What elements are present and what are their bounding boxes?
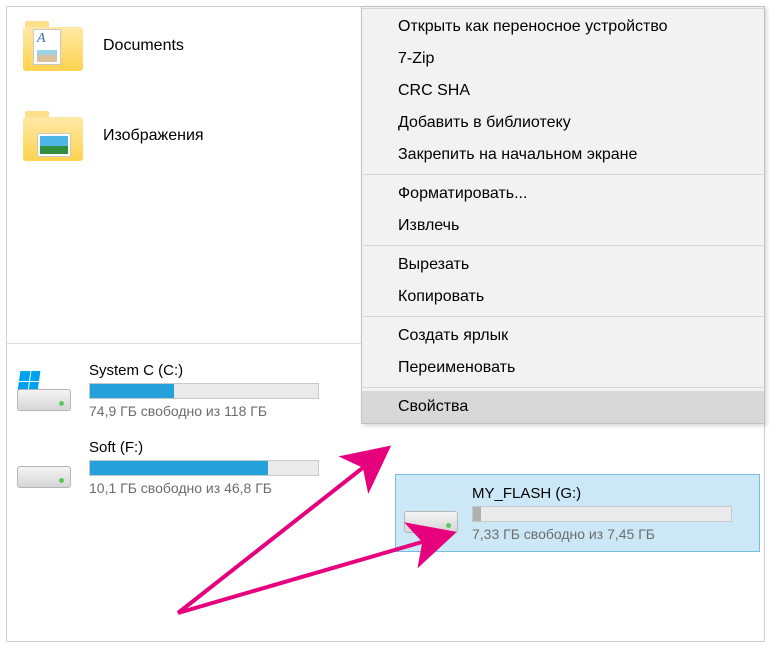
- menu-item[interactable]: Открыть как переносное устройство: [362, 11, 764, 43]
- menu-item[interactable]: Закрепить на начальном экране: [362, 139, 764, 171]
- windows-logo-icon: [18, 371, 41, 391]
- menu-item[interactable]: CRC SHA: [362, 75, 764, 107]
- drive-free-text: 74,9 ГБ свободно из 118 ГБ: [89, 403, 352, 419]
- menu-separator: [363, 387, 763, 388]
- drive-soft-f[interactable]: Soft (F:) 10,1 ГБ свободно из 46,8 ГБ: [7, 439, 352, 496]
- drive-info: System C (C:) 74,9 ГБ свободно из 118 ГБ: [89, 362, 352, 419]
- drive-usage-bar: [89, 460, 319, 476]
- drive-icon: [404, 493, 458, 533]
- menu-item[interactable]: Извлечь: [362, 210, 764, 242]
- context-menu: Открыть как переносное устройство7-ZipCR…: [361, 6, 765, 424]
- menu-separator: [363, 316, 763, 317]
- menu-item[interactable]: Копировать: [362, 281, 764, 313]
- drive-info: Soft (F:) 10,1 ГБ свободно из 46,8 ГБ: [89, 439, 352, 496]
- drive-icon: [17, 371, 71, 411]
- drive-name: System C (C:): [89, 362, 352, 379]
- folder-label: Изображения: [103, 127, 204, 145]
- drive-my-flash-selected[interactable]: MY_FLASH (G:) 7,33 ГБ свободно из 7,45 Г…: [395, 474, 760, 552]
- drive-usage-bar: [89, 383, 319, 399]
- drive-icon: [17, 448, 71, 488]
- menu-item[interactable]: Вырезать: [362, 249, 764, 281]
- drive-name: MY_FLASH (G:): [472, 485, 751, 502]
- folder-icon: [23, 21, 83, 71]
- drive-free-text: 10,1 ГБ свободно из 46,8 ГБ: [89, 480, 352, 496]
- menu-item[interactable]: Добавить в библиотеку: [362, 107, 764, 139]
- menu-separator: [363, 245, 763, 246]
- drive-system-c[interactable]: System C (C:) 74,9 ГБ свободно из 118 ГБ: [7, 362, 352, 419]
- menu-separator: [363, 174, 763, 175]
- folder-label: Documents: [103, 37, 184, 55]
- menu-item[interactable]: Форматировать...: [362, 178, 764, 210]
- drive-name: Soft (F:): [89, 439, 352, 456]
- menu-item[interactable]: 7-Zip: [362, 43, 764, 75]
- menu-item[interactable]: Свойства: [362, 391, 764, 423]
- menu-item[interactable]: Переименовать: [362, 352, 764, 384]
- menu-item[interactable]: Создать ярлык: [362, 320, 764, 352]
- drive-usage-bar: [472, 506, 732, 522]
- drive-info: MY_FLASH (G:) 7,33 ГБ свободно из 7,45 Г…: [472, 485, 751, 542]
- drive-free-text: 7,33 ГБ свободно из 7,45 ГБ: [472, 526, 751, 542]
- folder-icon: [23, 111, 83, 161]
